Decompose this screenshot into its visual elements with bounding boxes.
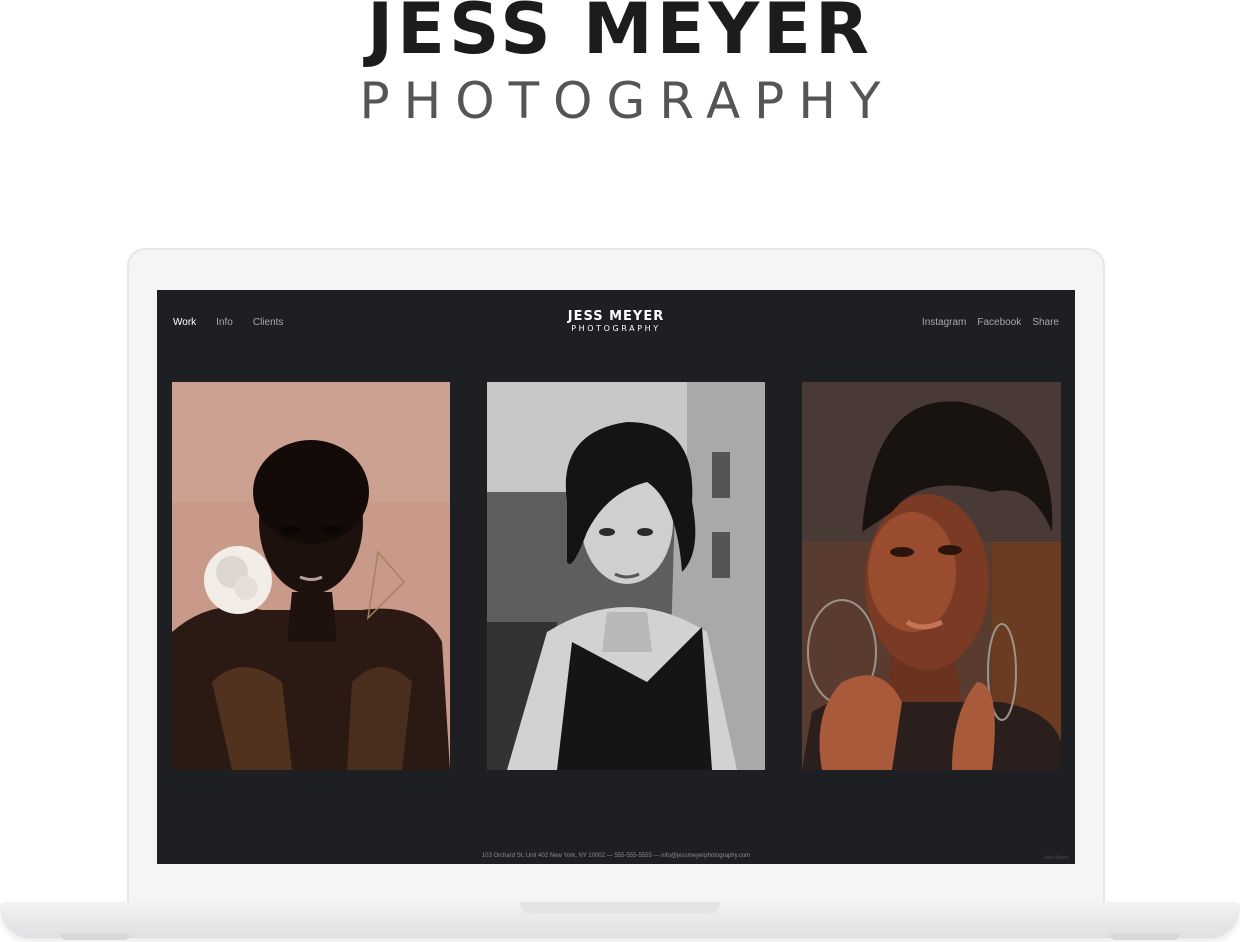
laptop-foot-left bbox=[60, 934, 130, 940]
website-screen: Work Info Clients JESS MEYER PHOTOGRAPHY… bbox=[157, 290, 1075, 864]
portrait-bw-image bbox=[487, 382, 765, 770]
photo-portrait-bw[interactable] bbox=[487, 382, 765, 770]
laptop-notch bbox=[520, 902, 720, 914]
photo-portrait-peach[interactable] bbox=[172, 382, 450, 770]
site-footer: 103 Orchard St, Unit 402 New York, NY 10… bbox=[481, 853, 751, 859]
laptop-foot-right bbox=[1110, 934, 1180, 940]
photo-portrait-warm[interactable] bbox=[802, 382, 1061, 770]
instagram-link[interactable]: Instagram bbox=[922, 317, 966, 328]
social-nav: Instagram Facebook Share bbox=[922, 317, 1059, 328]
share-link[interactable]: Share bbox=[1032, 317, 1059, 328]
facebook-link[interactable]: Facebook bbox=[977, 317, 1021, 328]
portrait-warm-image bbox=[802, 382, 1061, 770]
brand-title: JESS MEYER bbox=[367, 0, 873, 70]
brand-subtitle: PHOTOGRAPHY bbox=[359, 72, 895, 130]
portrait-peach-image bbox=[172, 382, 450, 770]
watermark-credit: Jess Meyer bbox=[1043, 855, 1069, 861]
